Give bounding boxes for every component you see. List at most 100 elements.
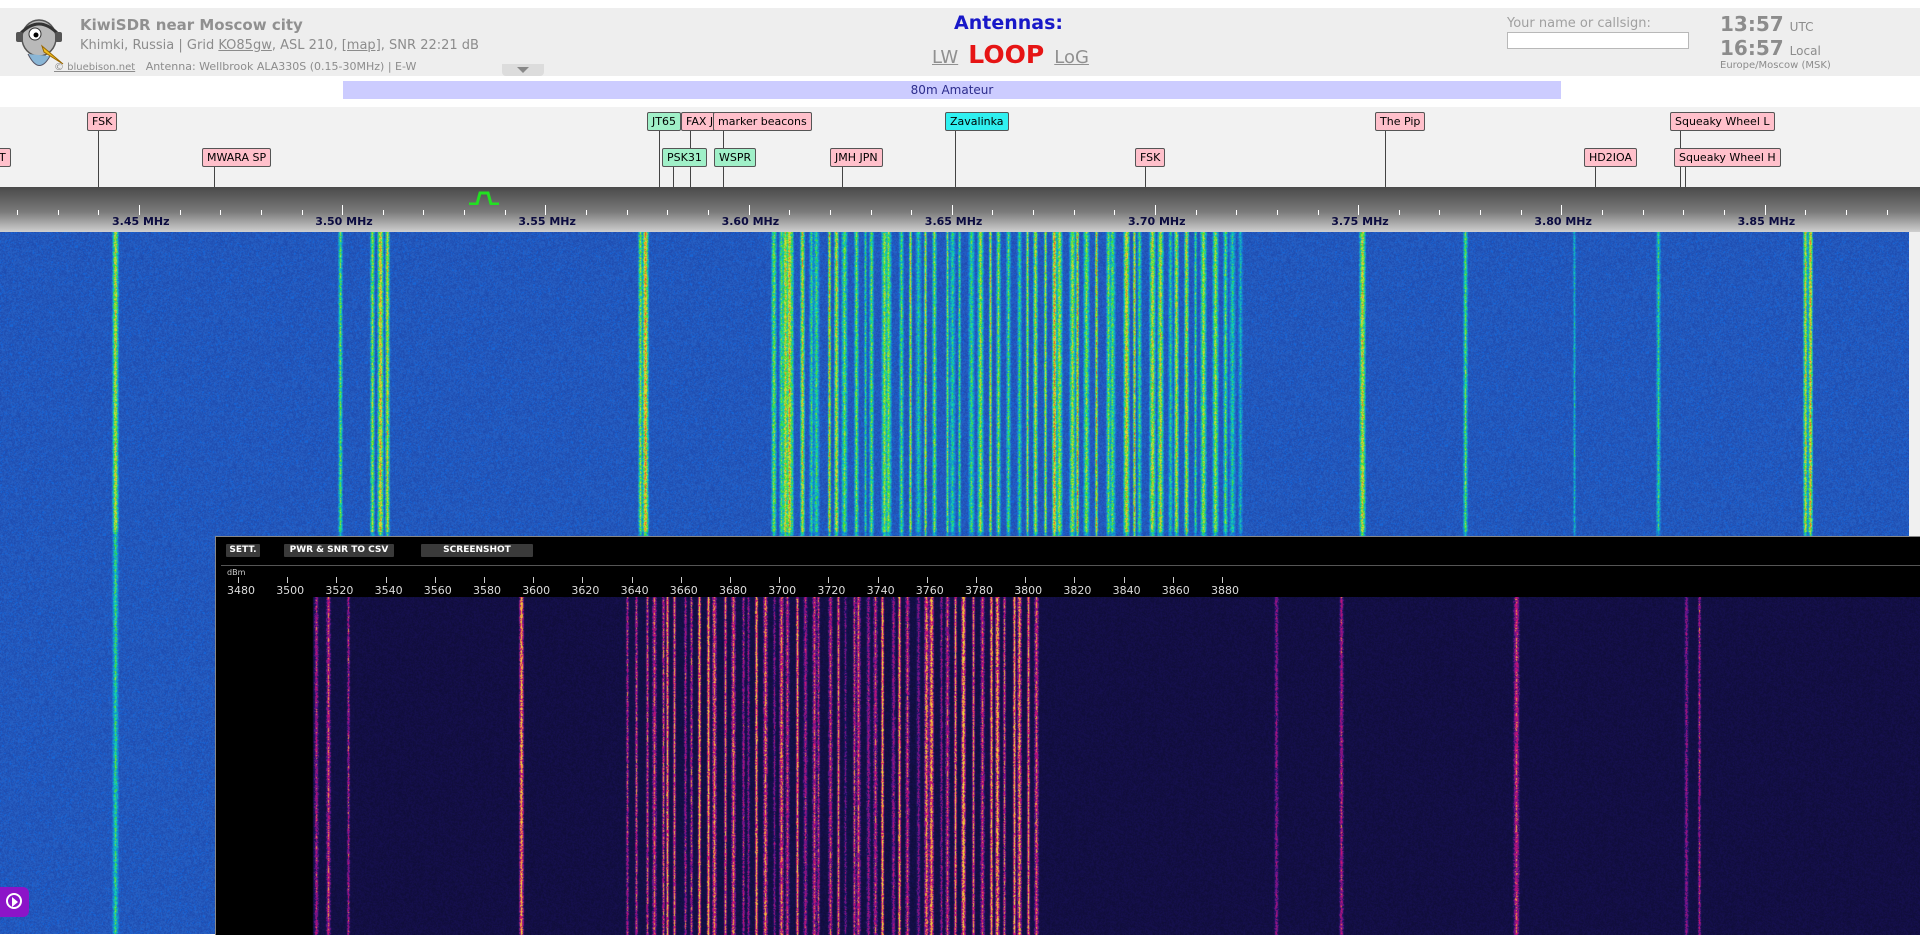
scale-tick xyxy=(1114,210,1115,215)
dx-label[interactable]: MWARA SP xyxy=(202,148,272,167)
info-toggle-button[interactable] xyxy=(502,64,544,76)
panel-scale-tick xyxy=(336,577,338,583)
dx-label-stem xyxy=(955,131,956,187)
panel-scale-tick xyxy=(1123,577,1125,583)
play-icon[interactable] xyxy=(0,887,29,917)
panel-scale-label: 3880 xyxy=(1211,584,1239,597)
panel-scale-label: 3500 xyxy=(276,584,305,597)
panel-scale-tick xyxy=(1025,577,1027,583)
frequency-scale[interactable]: 3.45 MHz 3.50 MHz 3.55 MHz 3.60 MHz 3.65 MHz… xyxy=(0,187,1920,232)
dx-label-stem xyxy=(214,167,215,187)
scale-tick xyxy=(1358,205,1359,215)
panel-scale-label: 3840 xyxy=(1112,584,1141,597)
panel-scale-label: 3640 xyxy=(620,584,649,597)
pwr-snr-csv-button[interactable]: PWR & SNR TO CSV xyxy=(284,544,394,557)
panel-scale-tick xyxy=(533,577,535,583)
panel-scale-tick xyxy=(976,577,977,583)
dx-label-stem xyxy=(842,167,843,187)
scale-tick xyxy=(1602,210,1603,215)
scale-tick xyxy=(1765,205,1766,215)
scale-tick xyxy=(1033,210,1034,215)
dx-label[interactable]: FSK xyxy=(1135,148,1166,167)
panel-scale-tick xyxy=(926,577,928,583)
clock-utc: 13:57 UTC xyxy=(1720,12,1813,36)
scale-tick xyxy=(342,205,343,215)
scale-label: 3.50 MHz xyxy=(315,215,373,228)
dx-label[interactable]: Squeaky Wheel L xyxy=(1670,112,1775,131)
scale-tick xyxy=(180,210,181,215)
panel-scale-label: 3720 xyxy=(817,584,846,597)
scale-tick xyxy=(1643,210,1644,215)
panel-scale-label: 3560 xyxy=(423,584,452,597)
scale-tick xyxy=(545,205,546,215)
dx-label[interactable]: JMH JPN xyxy=(830,148,883,167)
scale-tick xyxy=(139,205,140,215)
scale-label: 3.70 MHz xyxy=(1128,215,1186,228)
scale-tick xyxy=(871,210,872,215)
scale-tick xyxy=(1480,210,1481,215)
scale-tick xyxy=(911,210,912,215)
passband-marker[interactable] xyxy=(469,191,499,205)
antenna-loop-link[interactable]: LOOP xyxy=(968,40,1044,69)
scale-label: 3.65 MHz xyxy=(924,215,983,228)
antenna-log-link[interactable]: LoG xyxy=(1054,47,1089,68)
band-bar-80m[interactable]: 80m Amateur xyxy=(343,81,1561,99)
dx-label[interactable]: JT65 xyxy=(647,112,681,131)
panel-scale-label: 3660 xyxy=(669,584,698,597)
scale-tick xyxy=(1521,210,1522,215)
scale-tick xyxy=(1155,205,1156,215)
antenna-lw-link[interactable]: LW xyxy=(932,47,958,68)
scale-tick xyxy=(464,210,465,215)
dx-label[interactable]: FSK xyxy=(87,112,118,131)
panel-scale-tick xyxy=(1172,577,1174,583)
grid-link[interactable]: KO85gw xyxy=(218,38,271,53)
panel-waterfall-canvas[interactable] xyxy=(216,597,1920,935)
scale-tick xyxy=(708,210,709,215)
scale-tick xyxy=(1683,210,1684,215)
screenshot-button[interactable]: SCREENSHOT xyxy=(421,544,533,557)
receiver-foot: © bluebison.net Antenna: Wellbrook ALA33… xyxy=(54,60,416,73)
credit-link[interactable]: © bluebison.net xyxy=(54,62,135,73)
dx-label-area: T FSK MWARA SP JT65 FAX Jmarker beacons PSK31… xyxy=(0,107,1920,187)
panel-scale-tick xyxy=(287,577,289,583)
panel-toolbar: SETT. PWR & SNR TO CSV SCREENSHOT xyxy=(216,537,1920,565)
dx-label[interactable]: PSK31 xyxy=(662,148,707,167)
panel-scale-tick xyxy=(828,577,830,583)
location-text: Khimki, Russia xyxy=(80,38,175,53)
settings-button[interactable]: SETT. xyxy=(226,544,260,557)
dx-label[interactable]: Squeaky Wheel H xyxy=(1674,148,1781,167)
antennas-title: Antennas: xyxy=(954,12,1063,34)
dx-label[interactable]: WSPR xyxy=(714,148,757,167)
scale-tick xyxy=(423,210,424,215)
utc-time: 13:57 xyxy=(1720,12,1784,36)
dx-label[interactable]: The Pip xyxy=(1375,112,1426,131)
antenna-selector: LW LOOP LoG xyxy=(932,40,1089,69)
scale-tick xyxy=(1074,210,1075,215)
panel-scale-tick xyxy=(877,577,879,583)
scale-label: 3.80 MHz xyxy=(1534,215,1592,228)
callsign-input[interactable] xyxy=(1507,32,1689,49)
scale-tick xyxy=(952,205,953,215)
dx-label[interactable]: marker beacons xyxy=(713,112,812,131)
scale-tick xyxy=(1318,210,1319,215)
map-link[interactable]: [map] xyxy=(342,38,381,53)
panel-scale-label: 3480 xyxy=(227,584,255,597)
panel-scale-tick xyxy=(779,577,781,583)
scale-tick xyxy=(667,210,668,215)
scale-tick xyxy=(1196,210,1197,215)
scale-label: 3.45 MHz xyxy=(112,215,170,228)
receiver-info: Khimki, Russia | Grid KO85gw, ASL 210, [… xyxy=(80,38,479,53)
scale-tick xyxy=(830,210,831,215)
scale-tick xyxy=(1439,210,1440,215)
receiver-title: KiwiSDR near Moscow city xyxy=(80,16,303,34)
dx-label[interactable]: HD2IOA xyxy=(1584,148,1637,167)
dx-label[interactable]: Zavalinka xyxy=(945,112,1009,131)
dx-label-stem xyxy=(673,167,674,187)
dx-label[interactable]: T xyxy=(0,148,11,167)
panel-scale-label: 3760 xyxy=(915,584,944,597)
panel-scale-tick xyxy=(730,577,731,583)
dx-label-stem xyxy=(1145,167,1146,187)
ident-label: Your name or callsign: xyxy=(1507,16,1651,31)
timezone-text: Europe/Moscow (MSK) xyxy=(1720,60,1831,71)
scale-tick xyxy=(627,210,628,215)
